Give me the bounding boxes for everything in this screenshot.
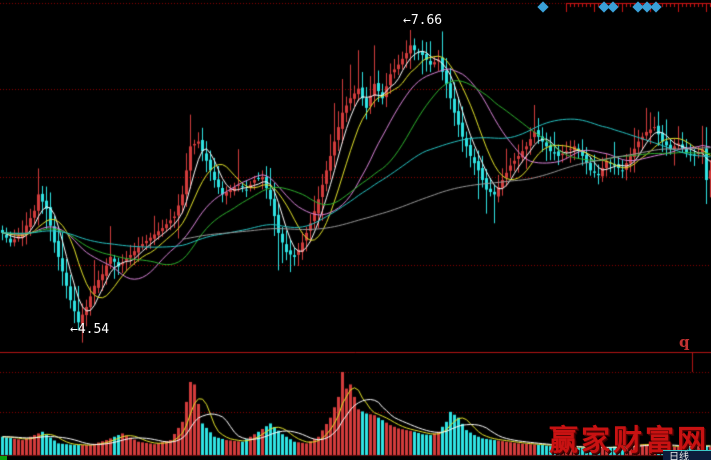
period-toolbar-fragment[interactable]: 日线: [663, 450, 711, 460]
price-trough-label: ←4.54: [70, 322, 109, 337]
stock-chart-window: ←7.66 ←4.54 q 赢家财富网 日线: [0, 0, 711, 460]
price-peak-label: ←7.66: [403, 13, 442, 28]
period-label[interactable]: 日线: [669, 452, 689, 460]
chart-canvas[interactable]: [0, 0, 711, 460]
indicator-q-label: q: [679, 333, 690, 351]
status-text-fragment: [0, 456, 7, 460]
